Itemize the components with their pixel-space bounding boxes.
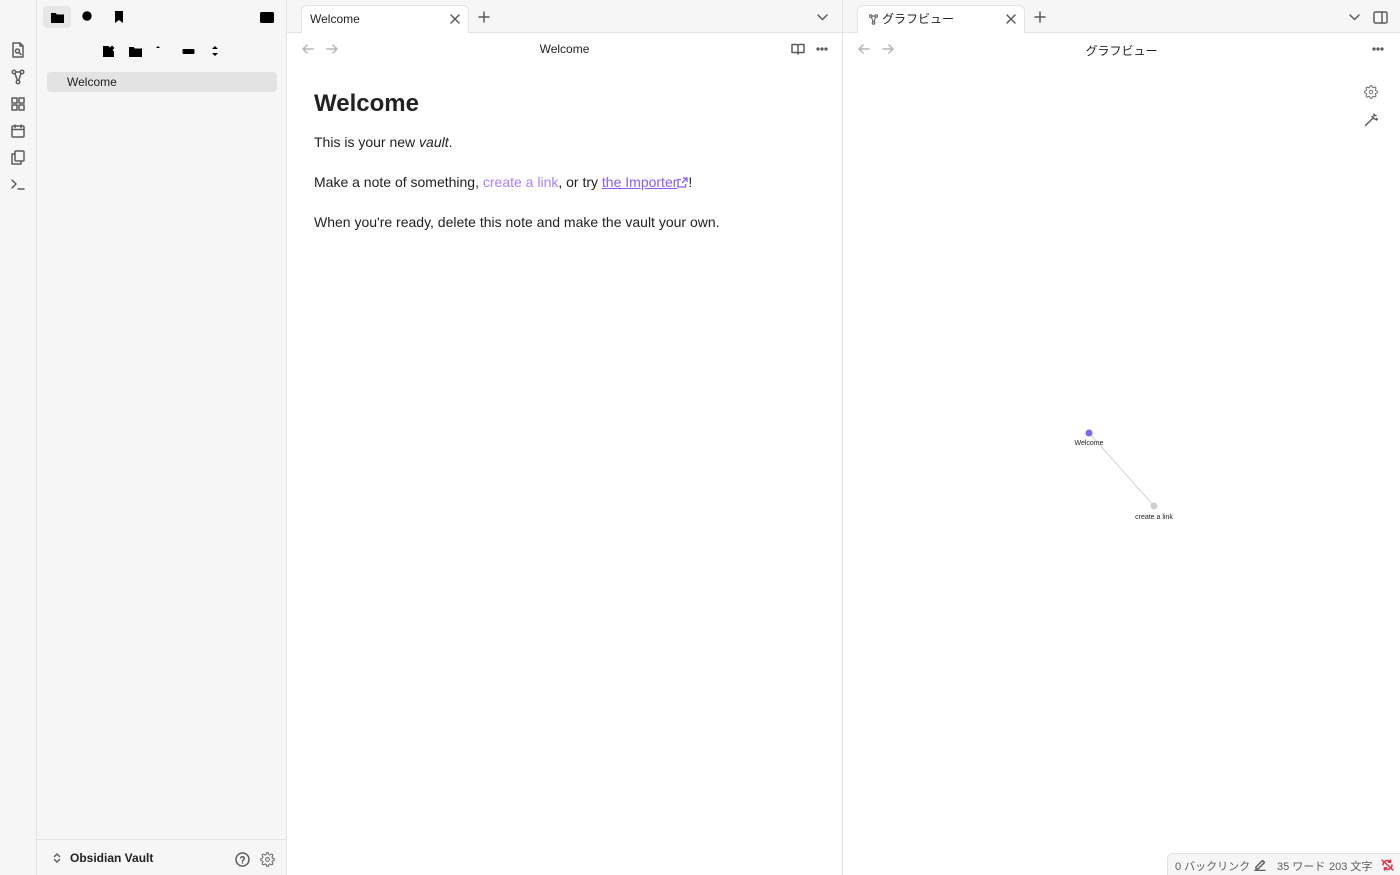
emphasis-text: vault bbox=[419, 134, 449, 150]
daily-note-calendar-icon[interactable] bbox=[9, 122, 27, 140]
character-count: 203 文字 bbox=[1329, 861, 1373, 873]
text: Make a note of something, bbox=[314, 174, 483, 190]
left-tab-bar: Welcome bbox=[287, 0, 842, 33]
status-bar: 0 バックリンク 35 ワード 203 文字 bbox=[1167, 853, 1400, 875]
text: ! bbox=[688, 174, 693, 190]
auto-reveal-icon[interactable] bbox=[177, 40, 199, 62]
reading-view-book-icon[interactable] bbox=[790, 41, 806, 57]
tab-label: グラフビュー bbox=[882, 12, 955, 26]
graph-view-pane: グラフビュー グラフビュー Welcome create a link bbox=[843, 0, 1400, 875]
navigate-back-arrow-icon[interactable] bbox=[856, 41, 872, 57]
obsidian-window: Welcome Obsidian Vault Welcome Welcome W… bbox=[0, 0, 1400, 875]
word-count: 35 ワード bbox=[1277, 861, 1326, 873]
view-header: グラフビュー bbox=[843, 33, 1400, 65]
canvas-icon[interactable] bbox=[9, 95, 27, 113]
view-title[interactable]: グラフビュー bbox=[843, 42, 1400, 59]
toggle-right-sidebar-icon[interactable] bbox=[1372, 9, 1388, 25]
sort-order-icon[interactable] bbox=[151, 40, 173, 62]
graph-canvas[interactable]: Welcome create a link bbox=[843, 65, 1400, 845]
graph-node-welcome[interactable] bbox=[1085, 429, 1093, 437]
close-tab-icon[interactable] bbox=[448, 12, 462, 26]
files-tab-folder-icon[interactable] bbox=[43, 6, 71, 28]
command-palette-icon[interactable] bbox=[9, 175, 27, 193]
note-paragraph-1: This is your new vault. bbox=[314, 132, 814, 152]
sidebar-tab-header bbox=[37, 0, 287, 33]
new-note-icon[interactable] bbox=[98, 40, 120, 62]
settings-gear-icon[interactable] bbox=[259, 851, 275, 867]
text: , or try bbox=[558, 174, 602, 190]
note-paragraph-3: When you're ready, delete this note and … bbox=[314, 214, 720, 230]
graph-node-label-create-a-link: create a link bbox=[1135, 514, 1173, 521]
vault-switch-chevrons-icon[interactable] bbox=[51, 852, 63, 864]
vault-name[interactable]: Obsidian Vault bbox=[70, 851, 153, 865]
note-paragraph-2: Make a note of something, create a link,… bbox=[314, 172, 814, 192]
left-sidebar: Welcome Obsidian Vault bbox=[37, 0, 287, 875]
internal-link-create-a-link[interactable]: create a link bbox=[483, 174, 558, 190]
close-tab-icon[interactable] bbox=[1004, 12, 1018, 26]
text: . bbox=[448, 134, 453, 150]
graph-view-tab-icon bbox=[867, 13, 879, 25]
tab-welcome[interactable]: Welcome bbox=[301, 5, 469, 33]
vault-switcher-bar: Obsidian Vault bbox=[37, 839, 287, 875]
editor-pane-welcome: Welcome Welcome Welcome This is your new… bbox=[287, 0, 843, 875]
graph-node-create-a-link[interactable] bbox=[1150, 502, 1158, 510]
right-tab-bar: グラフビュー bbox=[843, 0, 1400, 33]
external-link-icon bbox=[677, 173, 689, 188]
collapse-sidebar-icon[interactable] bbox=[253, 6, 281, 28]
templates-icon[interactable] bbox=[9, 148, 27, 166]
tab-list-chevron-down-icon[interactable] bbox=[1346, 9, 1362, 25]
search-tab-search-icon[interactable] bbox=[74, 6, 102, 28]
new-folder-icon[interactable] bbox=[124, 40, 146, 62]
view-header: Welcome bbox=[287, 33, 842, 65]
tab-list-chevron-down-icon[interactable] bbox=[814, 9, 830, 25]
external-link-importer[interactable]: the Importer bbox=[602, 174, 677, 190]
sync-error-icon[interactable] bbox=[1380, 858, 1394, 872]
editing-mode-pencil-icon[interactable] bbox=[1253, 858, 1267, 872]
backlinks-count[interactable]: 0 バックリンク bbox=[1175, 858, 1250, 874]
note-content[interactable]: Welcome This is your new vault. Make a n… bbox=[314, 90, 814, 252]
view-title[interactable]: Welcome bbox=[287, 42, 842, 56]
file-item-welcome[interactable]: Welcome bbox=[47, 72, 277, 92]
help-icon[interactable] bbox=[234, 851, 250, 867]
file-explorer-nav bbox=[37, 40, 287, 62]
tab-graph-view[interactable]: グラフビュー bbox=[857, 5, 1025, 33]
more-options-icon[interactable] bbox=[1370, 41, 1386, 57]
navigate-forward-arrow-icon[interactable] bbox=[324, 41, 340, 57]
navigate-forward-arrow-icon[interactable] bbox=[880, 41, 896, 57]
new-tab-plus-icon[interactable] bbox=[476, 9, 492, 25]
graph-node-label-welcome: Welcome bbox=[1074, 440, 1103, 447]
bookmarks-tab-bookmark-icon[interactable] bbox=[105, 6, 133, 28]
note-heading: Welcome bbox=[314, 90, 419, 117]
file-item-label: Welcome bbox=[67, 75, 117, 89]
new-tab-plus-icon[interactable] bbox=[1032, 9, 1048, 25]
text: This is your new bbox=[314, 134, 420, 150]
left-ribbon bbox=[0, 0, 37, 875]
open-quick-switcher-icon[interactable] bbox=[9, 41, 27, 59]
expand-collapse-icon[interactable] bbox=[204, 40, 226, 62]
more-options-icon[interactable] bbox=[814, 41, 830, 57]
tab-label: Welcome bbox=[310, 12, 360, 26]
navigate-back-arrow-icon[interactable] bbox=[300, 41, 316, 57]
graph-view-icon[interactable] bbox=[9, 68, 27, 86]
